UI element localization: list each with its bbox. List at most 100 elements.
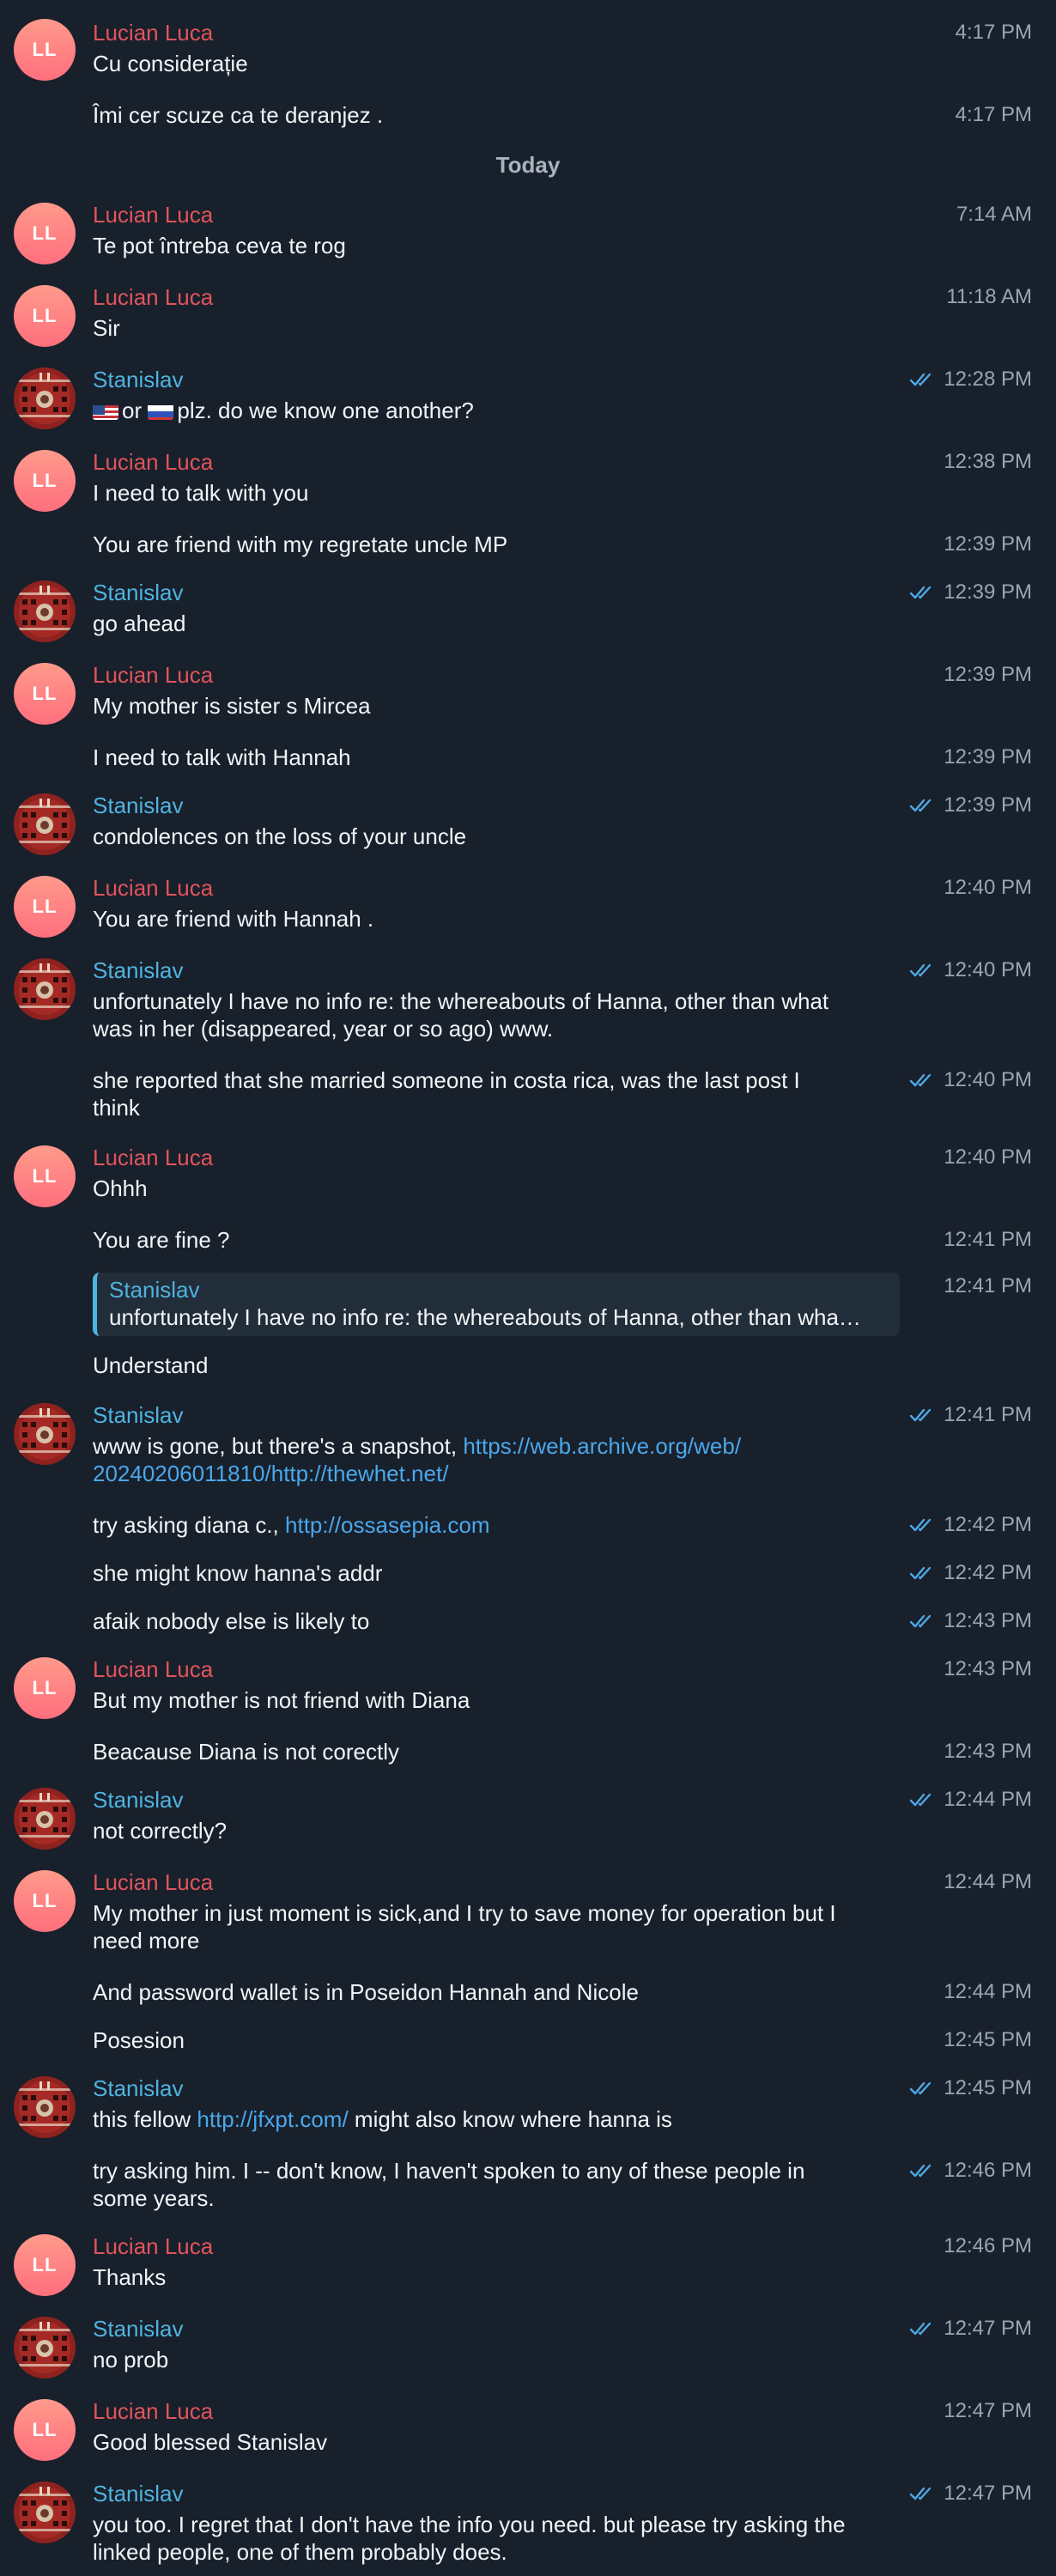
- avatar-image: [14, 2076, 76, 2138]
- time-label: 12:39 PM: [944, 663, 1032, 686]
- sender-name[interactable]: Lucian Luca: [93, 1144, 213, 1171]
- sender-name[interactable]: Stanislav: [93, 2075, 184, 2102]
- avatar-lucian-luca[interactable]: LL: [14, 1145, 76, 1207]
- message-text: My mother is sister s Mircea: [93, 693, 371, 719]
- sender-name[interactable]: Lucian Luca: [93, 448, 213, 476]
- time-label: 12:47 PM: [944, 2399, 1032, 2422]
- avatar-stanislav[interactable]: [14, 580, 76, 642]
- date-separator: Today: [495, 152, 561, 178]
- archive-link-cont[interactable]: 20240206011810/http://thewhet.net/: [93, 1461, 448, 1486]
- time-label: 12:39 PM: [944, 532, 1032, 556]
- double-check-icon: [909, 2320, 937, 2337]
- sender-name[interactable]: Stanislav: [93, 792, 184, 819]
- avatar-lucian-luca[interactable]: LL: [14, 876, 76, 938]
- message-text: try asking him. I -- don't know, I haven…: [93, 2157, 900, 2212]
- message-text: www is gone, but there's a snapshot, htt…: [93, 1432, 900, 1487]
- sender-name[interactable]: Stanislav: [93, 579, 184, 606]
- sender-name[interactable]: Stanislav: [93, 366, 184, 393]
- sender-name[interactable]: Lucian Luca: [93, 1868, 213, 1896]
- avatar-lucian-luca[interactable]: LL: [14, 203, 76, 264]
- time-label: 12:44 PM: [944, 1870, 1032, 1893]
- time-label: 4:17 PM: [955, 21, 1032, 44]
- sender-name[interactable]: Lucian Luca: [93, 2397, 213, 2425]
- time-label: 12:38 PM: [944, 450, 1032, 473]
- message-time: 12:44 PM: [944, 1868, 1032, 1896]
- avatar-stanislav[interactable]: [14, 2482, 76, 2543]
- sender-name[interactable]: Lucian Luca: [93, 1656, 213, 1683]
- avatar-stanislav[interactable]: [14, 1403, 76, 1465]
- time-label: 12:39 PM: [944, 580, 1032, 604]
- time-label: 12:42 PM: [944, 1561, 1032, 1584]
- message-text: afaik nobody else is likely to: [93, 1608, 370, 1634]
- sender-name[interactable]: Lucian Luca: [93, 661, 213, 689]
- archive-link[interactable]: https://web.archive.org/web/: [463, 1433, 741, 1459]
- message-line: My mother in just moment is sick,and I t…: [93, 1900, 836, 1926]
- reply-text: unfortunately I have no info re: the whe…: [109, 1304, 861, 1330]
- avatar-lucian-luca[interactable]: LL: [14, 2234, 76, 2296]
- message-time: 12:46 PM: [909, 2157, 1032, 2184]
- avatar-stanislav[interactable]: [14, 958, 76, 1020]
- avatar-stanislav[interactable]: [14, 2317, 76, 2379]
- avatar-lucian-luca[interactable]: LL: [14, 19, 76, 81]
- time-label: 12:40 PM: [944, 876, 1032, 899]
- time-label: 12:43 PM: [944, 1657, 1032, 1680]
- sender-name[interactable]: Stanislav: [93, 2480, 184, 2507]
- message-text-part: plz. do we know one another?: [177, 398, 474, 423]
- message-line: was in her (disappeared, year or so ago)…: [93, 1016, 554, 1042]
- message-text: Thanks: [93, 2264, 167, 2290]
- message-time: 12:40 PM: [909, 1066, 1032, 1094]
- sender-name[interactable]: Stanislav: [93, 1786, 184, 1814]
- time-label: 4:17 PM: [955, 103, 1032, 126]
- message-time: 12:45 PM: [944, 2026, 1032, 2054]
- message-time: 12:46 PM: [944, 2233, 1032, 2260]
- sender-name[interactable]: Lucian Luca: [93, 2233, 213, 2260]
- avatar-image: [14, 580, 76, 642]
- jfxpt-link[interactable]: http://jfxpt.com/: [197, 2106, 348, 2132]
- time-label: 12:39 PM: [944, 793, 1032, 817]
- message-text: this fellow http://jfxpt.com/ might also…: [93, 2105, 900, 2133]
- sender-name[interactable]: Lucian Luca: [93, 201, 213, 228]
- sender-name[interactable]: Lucian Luca: [93, 19, 213, 46]
- message-text: Sir: [93, 315, 120, 341]
- double-check-icon: [909, 2485, 937, 2502]
- avatar-image: [14, 1403, 76, 1465]
- avatar-lucian-luca[interactable]: LL: [14, 1870, 76, 1932]
- message-text: go ahead: [93, 611, 186, 636]
- avatar-stanislav[interactable]: [14, 2076, 76, 2138]
- message-time: 12:39 PM: [909, 579, 1032, 606]
- avatar-lucian-luca[interactable]: LL: [14, 663, 76, 725]
- message-text: no prob: [93, 2347, 169, 2372]
- avatar-stanislav[interactable]: [14, 793, 76, 855]
- time-label: 12:43 PM: [944, 1609, 1032, 1632]
- message-text: Beacause Diana is not corectly: [93, 1739, 399, 1765]
- chat-history[interactable]: LL Lucian Luca 4:17 PM Cu considerație Î…: [0, 0, 1056, 2576]
- message-time: 12:39 PM: [944, 744, 1032, 771]
- sender-name[interactable]: Lucian Luca: [93, 283, 213, 311]
- message-group[interactable]: LL Lucian Luca 4:17 PM Cu considerație: [0, 15, 1056, 84]
- avatar-lucian-luca[interactable]: LL: [14, 285, 76, 347]
- message-line: unfortunately I have no info re: the whe…: [93, 988, 829, 1014]
- sender-name[interactable]: Stanislav: [93, 957, 184, 984]
- message-text-part: www is gone, but there's a snapshot,: [93, 1433, 458, 1459]
- ossasepia-link[interactable]: http://ossasepia.com: [285, 1512, 489, 1538]
- double-check-icon: [909, 1072, 937, 1089]
- sender-name[interactable]: Stanislav: [93, 1401, 184, 1429]
- avatar-stanislav[interactable]: [14, 1788, 76, 1850]
- time-label: 12:40 PM: [944, 958, 1032, 981]
- message-time: 12:39 PM: [944, 661, 1032, 689]
- message-time: 7:14 AM: [956, 201, 1032, 228]
- message-text: condolences on the loss of your uncle: [93, 823, 467, 849]
- avatar-lucian-luca[interactable]: LL: [14, 2399, 76, 2461]
- reply-quote[interactable]: Stanislav unfortunately I have no info r…: [93, 1273, 900, 1336]
- avatar-lucian-luca[interactable]: LL: [14, 450, 76, 512]
- avatar-lucian-luca[interactable]: LL: [14, 1657, 76, 1719]
- message-text: Understand: [93, 1352, 209, 1378]
- avatar-stanislav[interactable]: [14, 368, 76, 429]
- message-text: And password wallet is in Poseidon Hanna…: [93, 1979, 639, 2005]
- message-line: some years.: [93, 2185, 215, 2211]
- message-time: 12:47 PM: [909, 2315, 1032, 2342]
- message-text: Good blessed Stanislav: [93, 2429, 328, 2455]
- sender-name[interactable]: Stanislav: [93, 2315, 184, 2342]
- sender-name[interactable]: Lucian Luca: [93, 874, 213, 902]
- message-text: You are fine ?: [93, 1227, 230, 1253]
